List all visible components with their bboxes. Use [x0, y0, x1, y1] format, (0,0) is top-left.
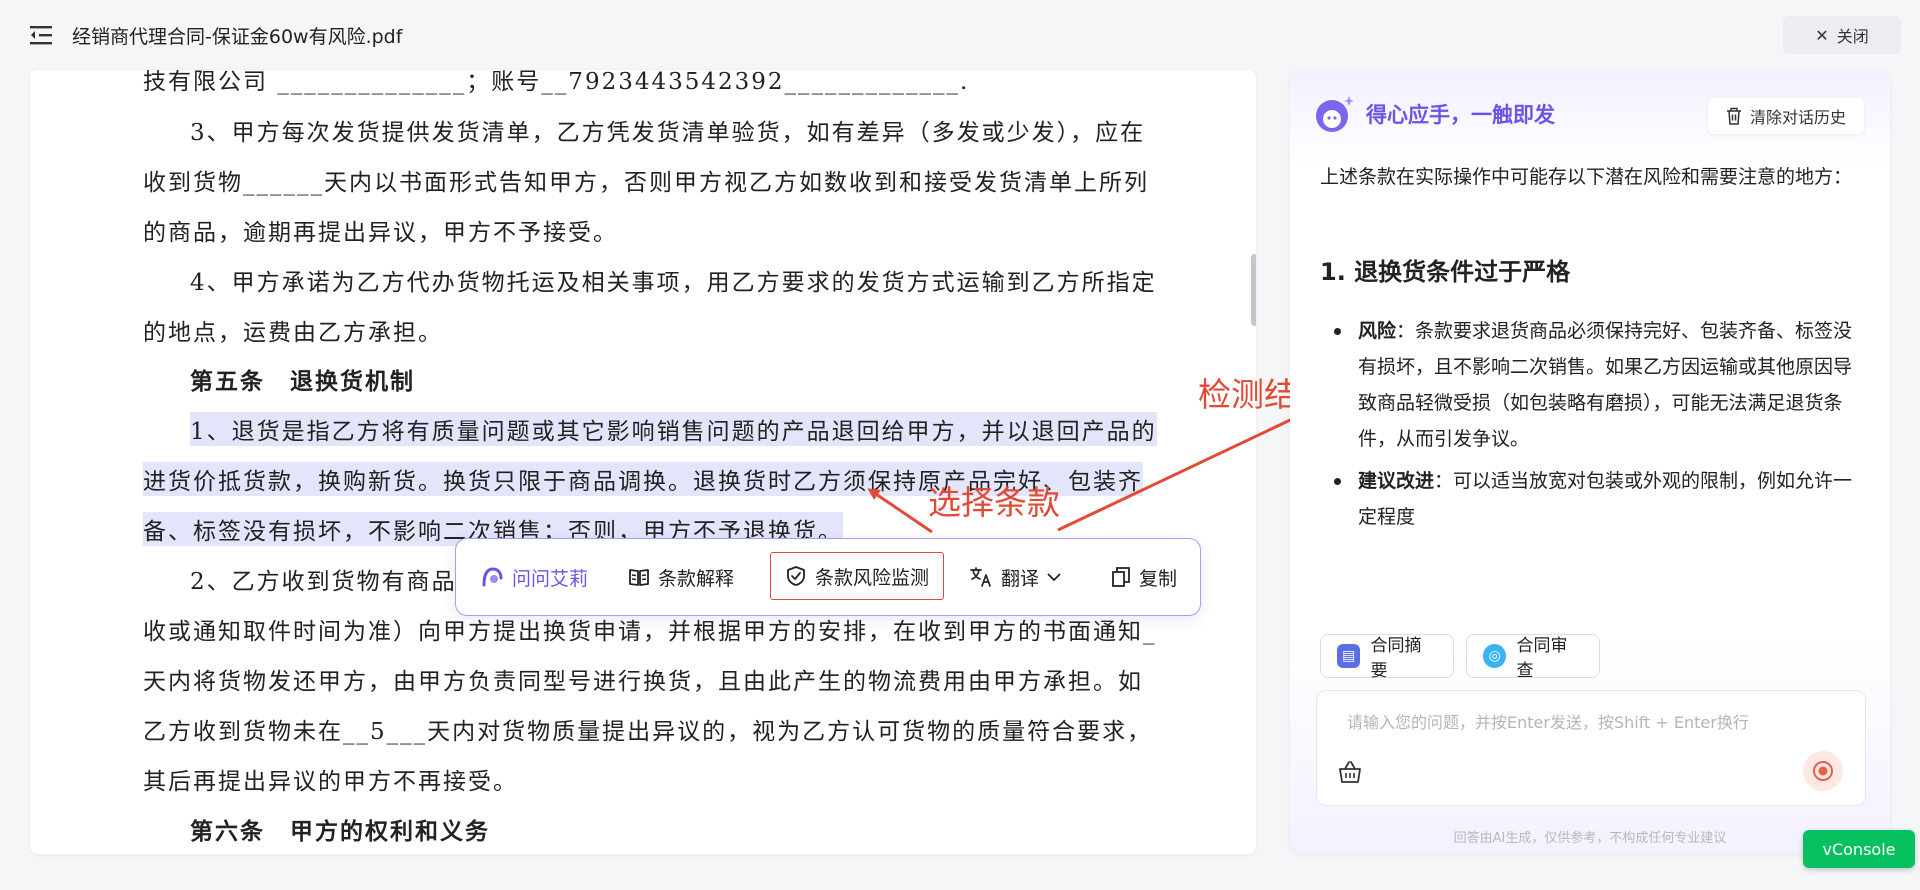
chat-input-box	[1316, 690, 1866, 806]
ai-assistant-panel: 得心应手，一触即发 清除对话历史 上述条款在实际操作中可能存以下潜在风险和需要注…	[1290, 70, 1890, 854]
answer-bullets: 风险：条款要求退货商品必须保持完好、包装齐备、标签没有损坏，且不影响二次销售。如…	[1320, 313, 1860, 541]
contract-summary-label: 合同摘要	[1370, 636, 1422, 681]
clear-history-button[interactable]: 清除对话历史	[1708, 98, 1864, 134]
brand: 得心应手，一触即发	[1314, 94, 1555, 134]
answer-bullet: 风险：条款要求退货商品必须保持完好、包装齐备、标签没有损坏，且不影响二次销售。如…	[1320, 313, 1860, 457]
review-compass-icon: ◎	[1483, 644, 1507, 668]
trash-icon	[1726, 107, 1741, 125]
record-button[interactable]	[1803, 751, 1843, 791]
contract-review-label: 合同审查	[1516, 636, 1568, 681]
ally-logo-icon	[1316, 96, 1354, 132]
brand-slogan: 得心应手，一触即发	[1366, 103, 1555, 127]
vconsole-button[interactable]: vConsole	[1803, 830, 1915, 868]
annotation-select-clause: 选择条款	[928, 483, 1060, 522]
contract-summary-button[interactable]: ▤ 合同摘要	[1320, 634, 1454, 681]
answer-section-title: 1. 退换货条件过于严格	[1320, 258, 1571, 286]
clear-history-label: 清除对话历史	[1749, 108, 1846, 127]
summary-book-icon: ▤	[1337, 644, 1361, 668]
basket-icon[interactable]	[1337, 759, 1363, 785]
answer-intro: 上述条款在实际操作中可能存以下潜在风险和需要注意的地方：	[1320, 166, 1853, 188]
ai-disclaimer: 回答由AI生成，仅供参考，不构成任何专业建议	[1453, 831, 1727, 846]
bullet-text: ：条款要求退货商品必须保持完好、包装齐备、标签没有损坏，且不影响二次销售。如果乙…	[1358, 320, 1853, 450]
record-icon	[1813, 761, 1833, 781]
contract-review-button[interactable]: ◎ 合同审查	[1466, 634, 1600, 681]
answer-bullet: 建议改进：可以适当放宽对包装或外观的限制，例如允许一定程度	[1320, 463, 1860, 535]
chat-input[interactable]	[1317, 691, 1865, 751]
bullet-label: 风险	[1358, 320, 1397, 342]
arrow-select	[867, 488, 933, 534]
arrow-result	[1057, 402, 1327, 532]
bullet-label: 建议改进	[1358, 470, 1435, 492]
